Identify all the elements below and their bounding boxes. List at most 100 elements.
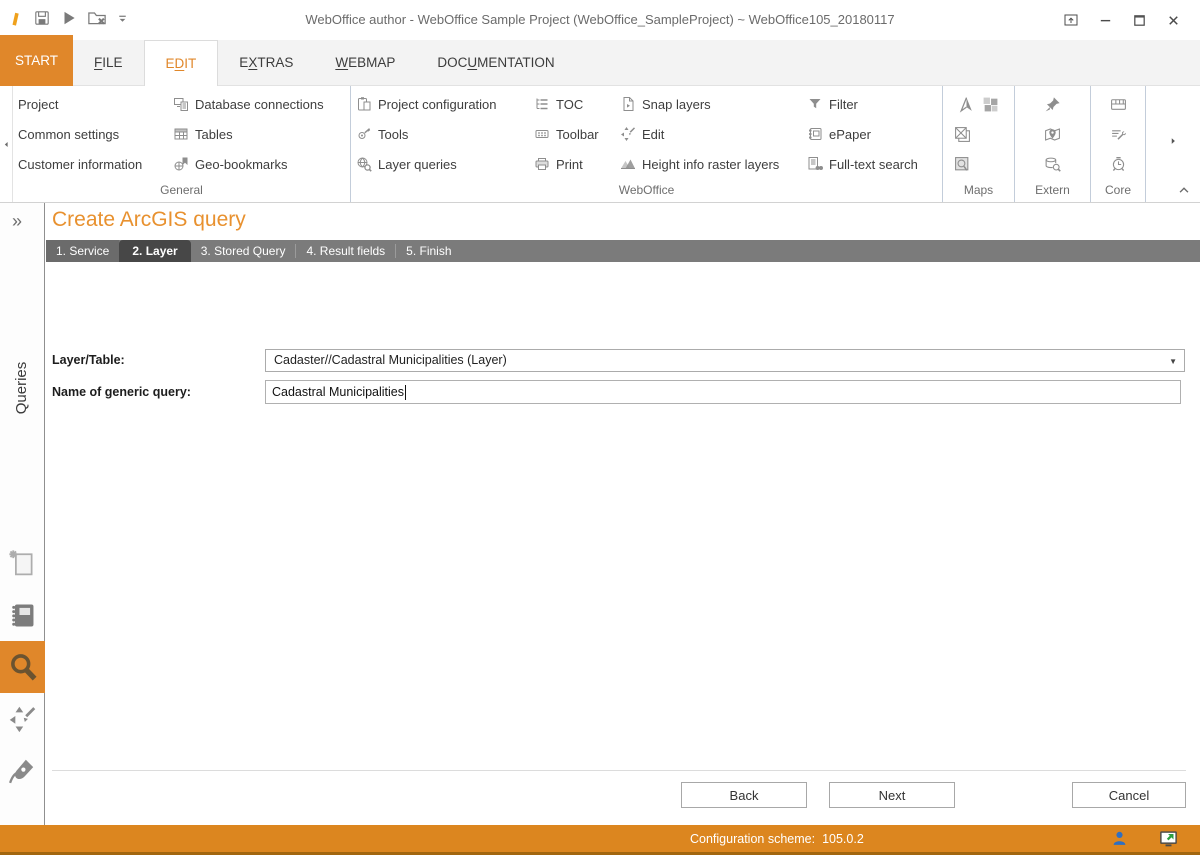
ribbon-item-snap-layers[interactable]: Snap layers [615, 89, 802, 119]
window-controls [1054, 0, 1190, 40]
wizard-step-stored-query[interactable]: 3. Stored Query [191, 240, 296, 262]
core-settings-icon[interactable] [1110, 126, 1127, 143]
ribbon: Project Common settings Customer informa… [0, 86, 1200, 203]
window-title: WebOffice author - WebOffice Sample Proj… [200, 0, 1000, 40]
ribbon-group-core: Core [1091, 86, 1146, 202]
queries-sidebar: » Queries [0, 203, 45, 825]
scheduler-icon[interactable] [1110, 156, 1127, 173]
ribbon-item-height-info-raster-layers[interactable]: Height info raster layers [615, 149, 802, 179]
ribbon-item-project[interactable]: Project [13, 89, 168, 119]
tab-edit[interactable]: EDIT [144, 40, 219, 86]
ribbon-item-edit[interactable]: Edit [615, 119, 802, 149]
map-tiles-icon[interactable] [982, 96, 999, 113]
north-arrow-icon[interactable] [958, 96, 975, 113]
ribbon-scroll-left-icon[interactable] [0, 86, 13, 202]
close-project-icon[interactable] [87, 8, 107, 28]
tab-start[interactable]: START [0, 35, 73, 86]
ribbon-item-tables[interactable]: Tables [168, 119, 348, 149]
quick-access-toolbar [8, 8, 129, 28]
collapse-ribbon-icon[interactable] [1177, 183, 1191, 197]
edit-features-icon[interactable] [0, 693, 44, 745]
ribbon-group-label-extern: Extern [1015, 183, 1090, 202]
ribbon-item-print[interactable]: Print [529, 149, 615, 179]
toc-icon [534, 96, 550, 112]
epaper-icon [807, 126, 823, 142]
wizard-step-result-fields[interactable]: 4. Result fields [296, 240, 395, 262]
map-marker-icon[interactable] [1044, 126, 1061, 143]
digitize-icon[interactable] [0, 745, 44, 797]
core-storage-icon[interactable] [1110, 96, 1127, 113]
map-layers-icon[interactable] [954, 126, 971, 143]
back-button[interactable]: Back [681, 782, 807, 808]
snap-layers-icon [620, 96, 636, 112]
next-button[interactable]: Next [829, 782, 955, 808]
tab-webmap[interactable]: WEBMAP [314, 40, 416, 85]
save-icon[interactable] [33, 9, 51, 27]
statusbar: Configuration scheme:105.0.2 [0, 825, 1200, 855]
ribbon-group-extern: Extern [1015, 86, 1091, 202]
geo-bookmarks-icon [173, 156, 189, 172]
ribbon-item-project-configuration[interactable]: Project configuration [351, 89, 529, 119]
new-query-icon[interactable] [0, 537, 44, 589]
wizard-step-service[interactable]: 1. Service [46, 240, 119, 262]
ribbon-item-full-text-search[interactable]: Full-text search [802, 149, 940, 179]
ribbon-item-toolbar[interactable]: Toolbar [529, 119, 615, 149]
edit-icon [620, 126, 636, 142]
ribbon-item-toc[interactable]: TOC [529, 89, 615, 119]
height-info-raster-layers-icon [620, 156, 636, 172]
text-caret [405, 385, 406, 400]
minimize-button[interactable] [1088, 5, 1122, 35]
ribbon-item-filter[interactable]: Filter [802, 89, 940, 119]
tab-documentation[interactable]: DOCUMENTATION [416, 40, 575, 85]
ribbon-scroll-right-icon[interactable] [1168, 136, 1178, 146]
layer-queries-icon [356, 156, 372, 172]
ribbon-group-maps: Maps [943, 86, 1015, 202]
pushpin-icon[interactable] [1044, 96, 1061, 113]
database-search-icon[interactable] [1044, 156, 1061, 173]
tab-extras[interactable]: EXTRAS [218, 40, 314, 85]
toolbar-icon [534, 126, 550, 142]
query-name-input[interactable]: Cadastral Municipalities [265, 380, 1181, 404]
database-connections-icon [173, 96, 189, 112]
ribbon-tabstrip: START FILE EDIT EXTRAS WEBMAP DOCUMENTAT… [0, 40, 1200, 86]
ribbon-group-label-general: General [13, 183, 350, 202]
tables-icon [173, 126, 189, 142]
user-icon[interactable] [1111, 830, 1128, 847]
maximize-button[interactable] [1122, 5, 1156, 35]
ribbon-item-layer-queries[interactable]: Layer queries [351, 149, 529, 179]
search-query-icon[interactable] [0, 641, 45, 693]
remote-monitor-icon[interactable] [1159, 829, 1178, 848]
sidebar-panel-label[interactable]: Queries [0, 288, 44, 488]
layer-table-select[interactable]: Cadaster//Cadastral Municipalities (Laye… [265, 349, 1185, 372]
chevron-down-icon: ▼ [1169, 357, 1177, 366]
ribbon-group-label-weboffice: WebOffice [351, 183, 942, 202]
layer-table-label: Layer/Table: [52, 353, 265, 367]
print-icon [534, 156, 550, 172]
wizard-step-layer[interactable]: 2. Layer [119, 240, 190, 262]
ribbon-item-database-connections[interactable]: Database connections [168, 89, 348, 119]
query-name-label: Name of generic query: [52, 385, 265, 399]
footer-divider [52, 770, 1186, 771]
page-title: Create ArcGIS query [52, 208, 246, 232]
ribbon-item-tools[interactable]: Tools [351, 119, 529, 149]
raster-map-icon[interactable] [954, 156, 971, 173]
ribbon-display-options-icon[interactable] [1054, 5, 1088, 35]
titlebar: WebOffice author - WebOffice Sample Proj… [0, 0, 1200, 40]
ribbon-item-epaper[interactable]: ePaper [802, 119, 940, 149]
ribbon-item-common-settings[interactable]: Common settings [13, 119, 168, 149]
ribbon-item-geo-bookmarks[interactable]: Geo-bookmarks [168, 149, 348, 179]
new-pencil-icon[interactable] [8, 10, 24, 26]
expand-panel-icon[interactable]: » [12, 211, 22, 232]
cancel-button[interactable]: Cancel [1072, 782, 1186, 808]
tab-file[interactable]: FILE [73, 40, 144, 85]
filter-icon [807, 96, 823, 112]
ribbon-item-customer-information[interactable]: Customer information [13, 149, 168, 179]
query-notebook-icon[interactable] [0, 589, 44, 641]
wizard-steps-bar: 1. Service 2. Layer 3. Stored Query 4. R… [46, 240, 1200, 262]
close-button[interactable] [1156, 5, 1190, 35]
customize-quick-access-icon[interactable] [116, 12, 129, 25]
weboffice-author-window: WebOffice author - WebOffice Sample Proj… [0, 0, 1200, 855]
start-project-icon[interactable] [60, 9, 78, 27]
wizard-step-finish[interactable]: 5. Finish [396, 240, 461, 262]
ribbon-group-weboffice: Project configuration Tools Layer querie… [351, 86, 943, 202]
